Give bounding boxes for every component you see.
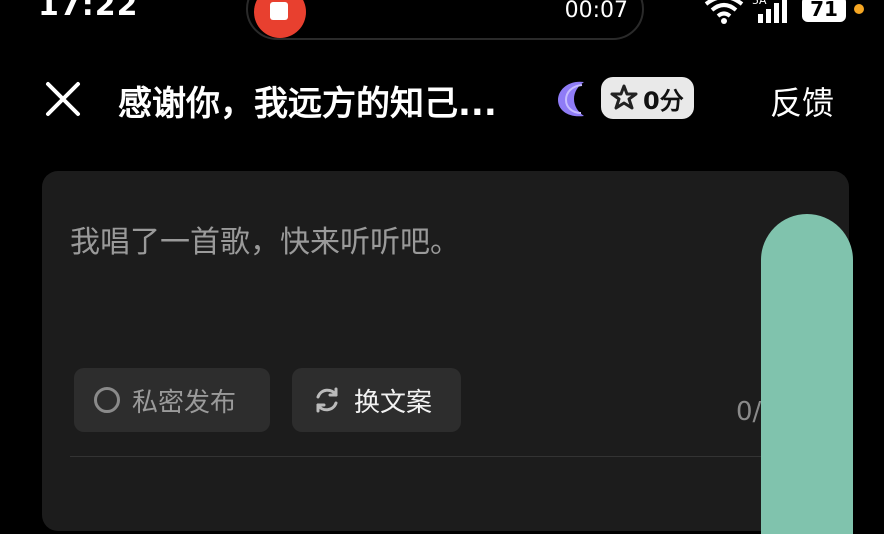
stop-recording-icon[interactable]	[254, 0, 306, 38]
recording-timer: 00:07	[564, 0, 628, 23]
brand-crescent-icon	[556, 78, 590, 120]
post-card: 我唱了一首歌，快来听听吧。 私密发布 换文案 0/	[42, 171, 849, 531]
notification-dot	[854, 4, 864, 14]
switch-caption-button[interactable]: 换文案	[292, 368, 461, 432]
radio-circle-icon	[94, 387, 120, 413]
wifi-icon	[704, 0, 744, 24]
status-icons: 5A 71	[704, 0, 864, 24]
close-icon	[46, 82, 80, 116]
page-title: 感谢你，我远方的知己...	[118, 84, 497, 124]
cellular-signal-icon: 5A	[752, 0, 794, 24]
side-floating-tab[interactable]	[761, 214, 853, 534]
private-publish-toggle[interactable]: 私密发布	[74, 368, 270, 432]
character-counter: 0/	[736, 397, 762, 427]
refresh-icon	[316, 387, 338, 413]
feedback-button[interactable]: 反馈	[770, 78, 834, 124]
close-button[interactable]	[44, 80, 82, 118]
score-value: 0分	[643, 86, 684, 115]
status-time: 17:22	[38, 0, 139, 23]
divider	[70, 456, 820, 457]
screen-recording-pill[interactable]: 00:07	[246, 0, 644, 40]
private-publish-label: 私密发布	[132, 387, 237, 418]
network-type-label: 5A	[752, 0, 767, 7]
star-swirl-icon	[610, 84, 638, 110]
switch-caption-label: 换文案	[354, 387, 433, 418]
caption-text[interactable]: 我唱了一首歌，快来听听吧。	[70, 217, 460, 261]
battery-indicator: 71	[802, 0, 846, 22]
score-badge[interactable]: 0分	[601, 77, 694, 119]
